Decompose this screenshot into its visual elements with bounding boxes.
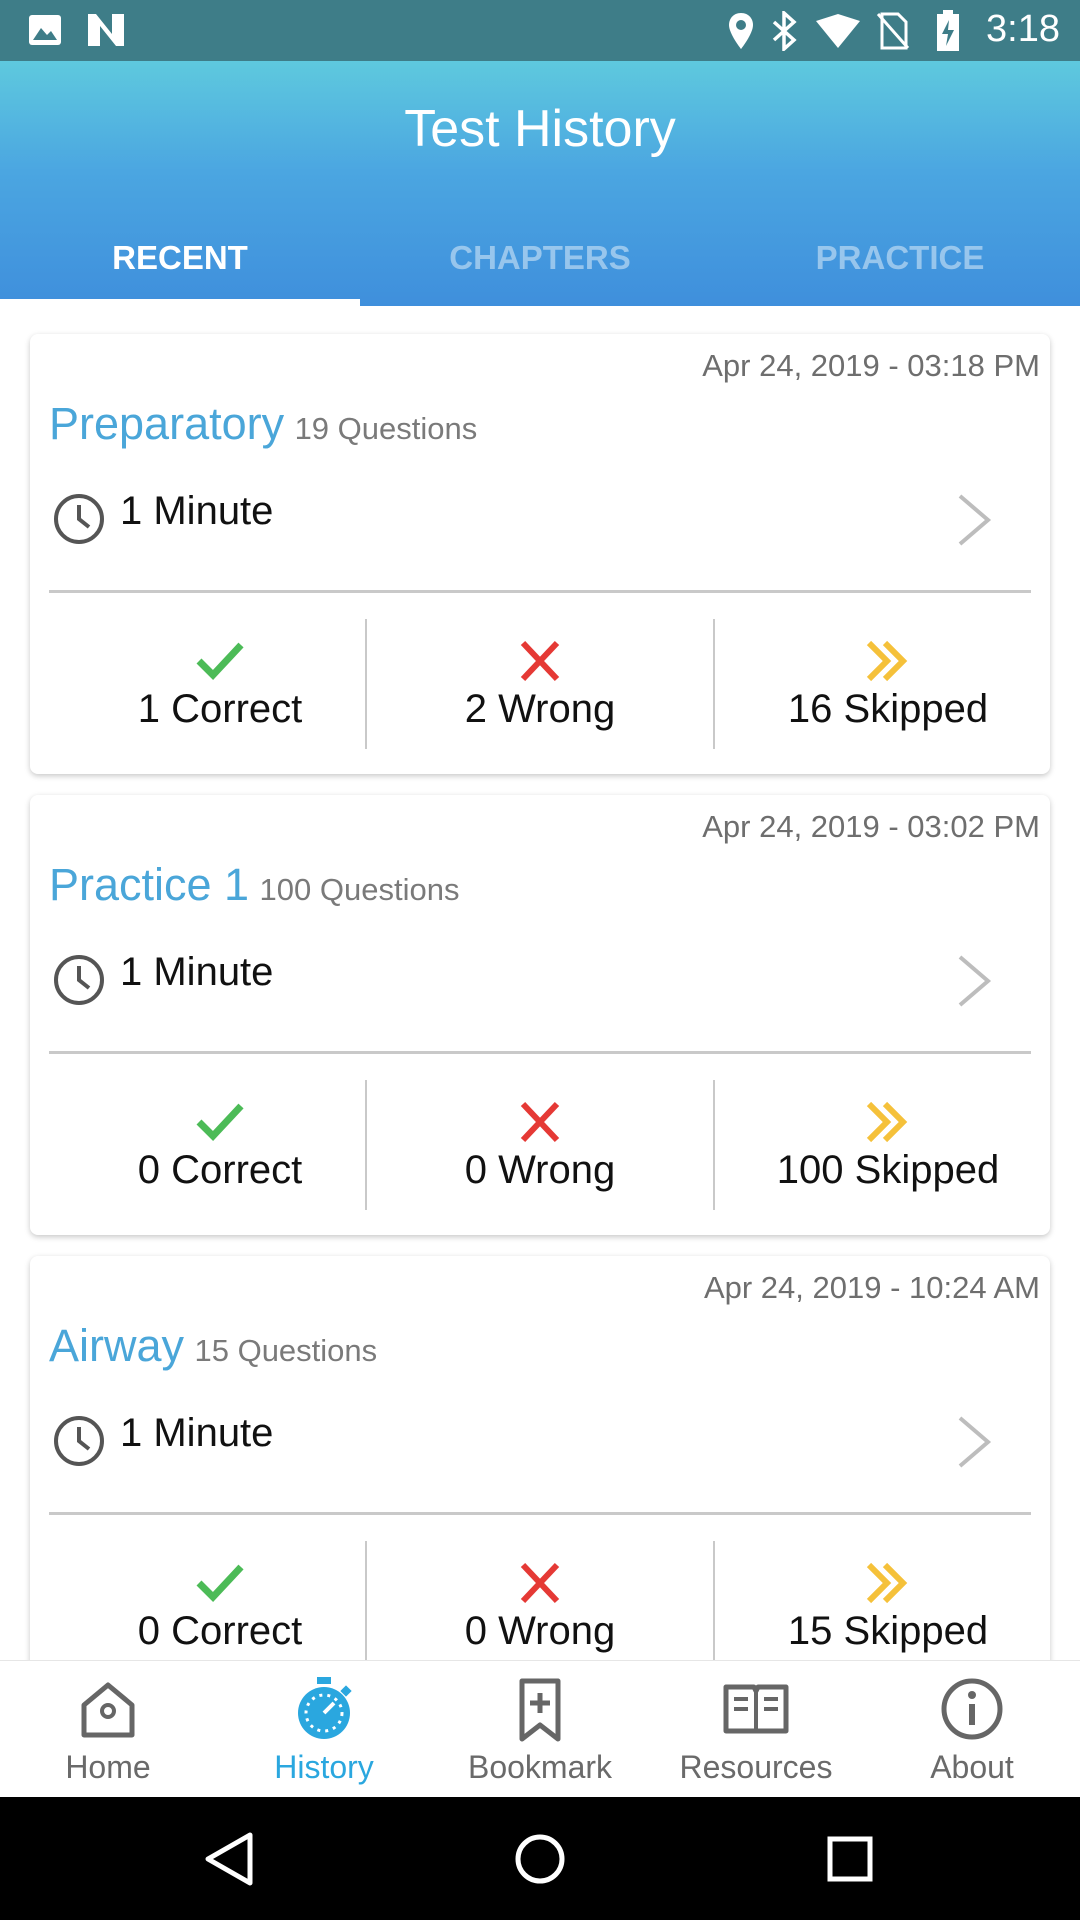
stat-separator — [713, 1080, 715, 1210]
check-icon — [196, 1103, 244, 1142]
test-history-card[interactable]: Apr 24, 2019 - 03:18 PM Preparatory 19 Q… — [30, 334, 1050, 774]
nav-label: Bookmark — [467, 1749, 613, 1785]
chevron-right-icon[interactable] — [956, 953, 992, 1009]
stat-separator — [365, 1080, 367, 1210]
status-bar: 3:18 — [0, 0, 1080, 61]
correct-count: 0 Correct — [137, 1609, 303, 1653]
tab-recent[interactable]: RECENT — [0, 216, 360, 306]
wrong-stat: 0 Wrong — [370, 1541, 710, 1660]
test-history-list[interactable]: Apr 24, 2019 - 03:18 PM Preparatory 19 Q… — [0, 306, 1080, 1660]
result-stats: 0 Correct 0 Wrong 15 Skipped — [30, 1541, 1050, 1660]
nav-bookmark[interactable]: Bookmark — [432, 1661, 648, 1798]
nav-about[interactable]: About — [864, 1661, 1080, 1798]
nav-history[interactable]: History — [216, 1661, 432, 1798]
correct-count: 0 Correct — [137, 1148, 303, 1192]
back-icon[interactable] — [202, 1831, 258, 1887]
tab-bar: RECENT CHAPTERS PRACTICE — [0, 216, 1080, 306]
correct-stat: 0 Correct — [50, 1080, 390, 1210]
book-icon — [723, 1684, 789, 1734]
skipped-count: 100 Skipped — [776, 1148, 1000, 1192]
stat-separator — [713, 619, 715, 749]
nav-resources[interactable]: Resources — [648, 1661, 864, 1798]
home-circle-icon[interactable] — [512, 1831, 568, 1887]
correct-stat: 1 Correct — [50, 619, 390, 749]
nav-label: Resources — [679, 1749, 833, 1785]
test-history-card[interactable]: Apr 24, 2019 - 10:24 AM Airway 15 Questi… — [30, 1256, 1050, 1660]
test-date: Apr 24, 2019 - 03:02 PM — [702, 809, 1040, 844]
test-title: Practice 1 — [49, 859, 250, 910]
bookmark-add-icon — [519, 1678, 561, 1742]
correct-stat: 0 Correct — [50, 1541, 390, 1660]
test-history-card[interactable]: Apr 24, 2019 - 03:02 PM Practice 1 100 Q… — [30, 795, 1050, 1235]
stat-separator — [713, 1541, 715, 1660]
wrong-count: 0 Wrong — [464, 1148, 616, 1192]
skipped-count: 15 Skipped — [787, 1609, 989, 1653]
test-title-line: Practice 1 100 Questions — [49, 859, 459, 911]
clock-icon — [54, 1416, 104, 1466]
stat-separator — [365, 619, 367, 749]
system-nav-bar — [0, 1797, 1080, 1920]
info-icon — [941, 1678, 1003, 1740]
image-icon — [29, 15, 61, 45]
x-icon — [520, 1562, 560, 1604]
battery-charging-icon — [937, 10, 959, 51]
nav-label: Home — [65, 1749, 151, 1785]
stat-separator — [365, 1541, 367, 1660]
wrong-count: 2 Wrong — [464, 687, 616, 731]
question-count: 19 Questions — [294, 411, 478, 446]
divider — [49, 1051, 1031, 1054]
clock-icon — [54, 494, 104, 544]
result-stats: 0 Correct 0 Wrong 100 Skipped — [30, 1080, 1050, 1210]
check-icon — [196, 642, 244, 681]
clock-icon — [54, 955, 104, 1005]
bottom-nav: Home History Bookmark Resources About — [0, 1660, 1080, 1798]
n-icon — [88, 14, 124, 46]
result-stats: 1 Correct 2 Wrong 16 Skipped — [30, 619, 1050, 749]
app-header: Test History RECENT CHAPTERS PRACTICE — [0, 61, 1080, 306]
check-icon — [196, 1564, 244, 1603]
x-icon — [520, 1101, 560, 1143]
nav-label: About — [930, 1749, 1014, 1785]
x-icon — [520, 640, 560, 682]
page-title: Test History — [404, 100, 676, 158]
wifi-icon — [816, 14, 860, 48]
recents-icon[interactable] — [822, 1831, 878, 1887]
divider — [49, 1512, 1031, 1515]
status-time: 3:18 — [986, 8, 1060, 50]
divider — [49, 590, 1031, 593]
skipped-stat: 16 Skipped — [718, 619, 1050, 749]
test-title: Airway — [49, 1320, 185, 1371]
test-duration: 1 Minute — [120, 1411, 274, 1455]
question-count: 15 Questions — [194, 1333, 378, 1368]
location-icon — [729, 13, 753, 49]
tab-chapters[interactable]: CHAPTERS — [360, 216, 720, 306]
double-chevron-icon — [866, 1562, 908, 1604]
no-sim-icon — [876, 12, 910, 50]
test-title-line: Airway 15 Questions — [49, 1320, 377, 1372]
wrong-count: 0 Wrong — [464, 1609, 616, 1653]
bluetooth-icon — [772, 11, 797, 51]
test-title: Preparatory — [49, 398, 285, 449]
double-chevron-icon — [866, 1101, 908, 1143]
wrong-stat: 2 Wrong — [370, 619, 710, 749]
test-duration: 1 Minute — [120, 489, 274, 533]
chevron-right-icon[interactable] — [956, 1414, 992, 1470]
nav-home[interactable]: Home — [0, 1661, 216, 1798]
nav-label: History — [274, 1749, 374, 1785]
skipped-count: 16 Skipped — [787, 687, 989, 731]
test-title-line: Preparatory 19 Questions — [49, 398, 477, 450]
tab-practice[interactable]: PRACTICE — [720, 216, 1080, 306]
home-icon — [81, 1682, 135, 1738]
test-date: Apr 24, 2019 - 10:24 AM — [703, 1270, 1040, 1305]
wrong-stat: 0 Wrong — [370, 1080, 710, 1210]
skipped-stat: 15 Skipped — [718, 1541, 1050, 1660]
double-chevron-icon — [866, 640, 908, 682]
test-duration: 1 Minute — [120, 950, 274, 994]
skipped-stat: 100 Skipped — [718, 1080, 1050, 1210]
chevron-right-icon[interactable] — [956, 492, 992, 548]
question-count: 100 Questions — [259, 872, 460, 907]
correct-count: 1 Correct — [137, 687, 303, 731]
stopwatch-icon — [298, 1677, 352, 1739]
test-date: Apr 24, 2019 - 03:18 PM — [702, 348, 1040, 383]
